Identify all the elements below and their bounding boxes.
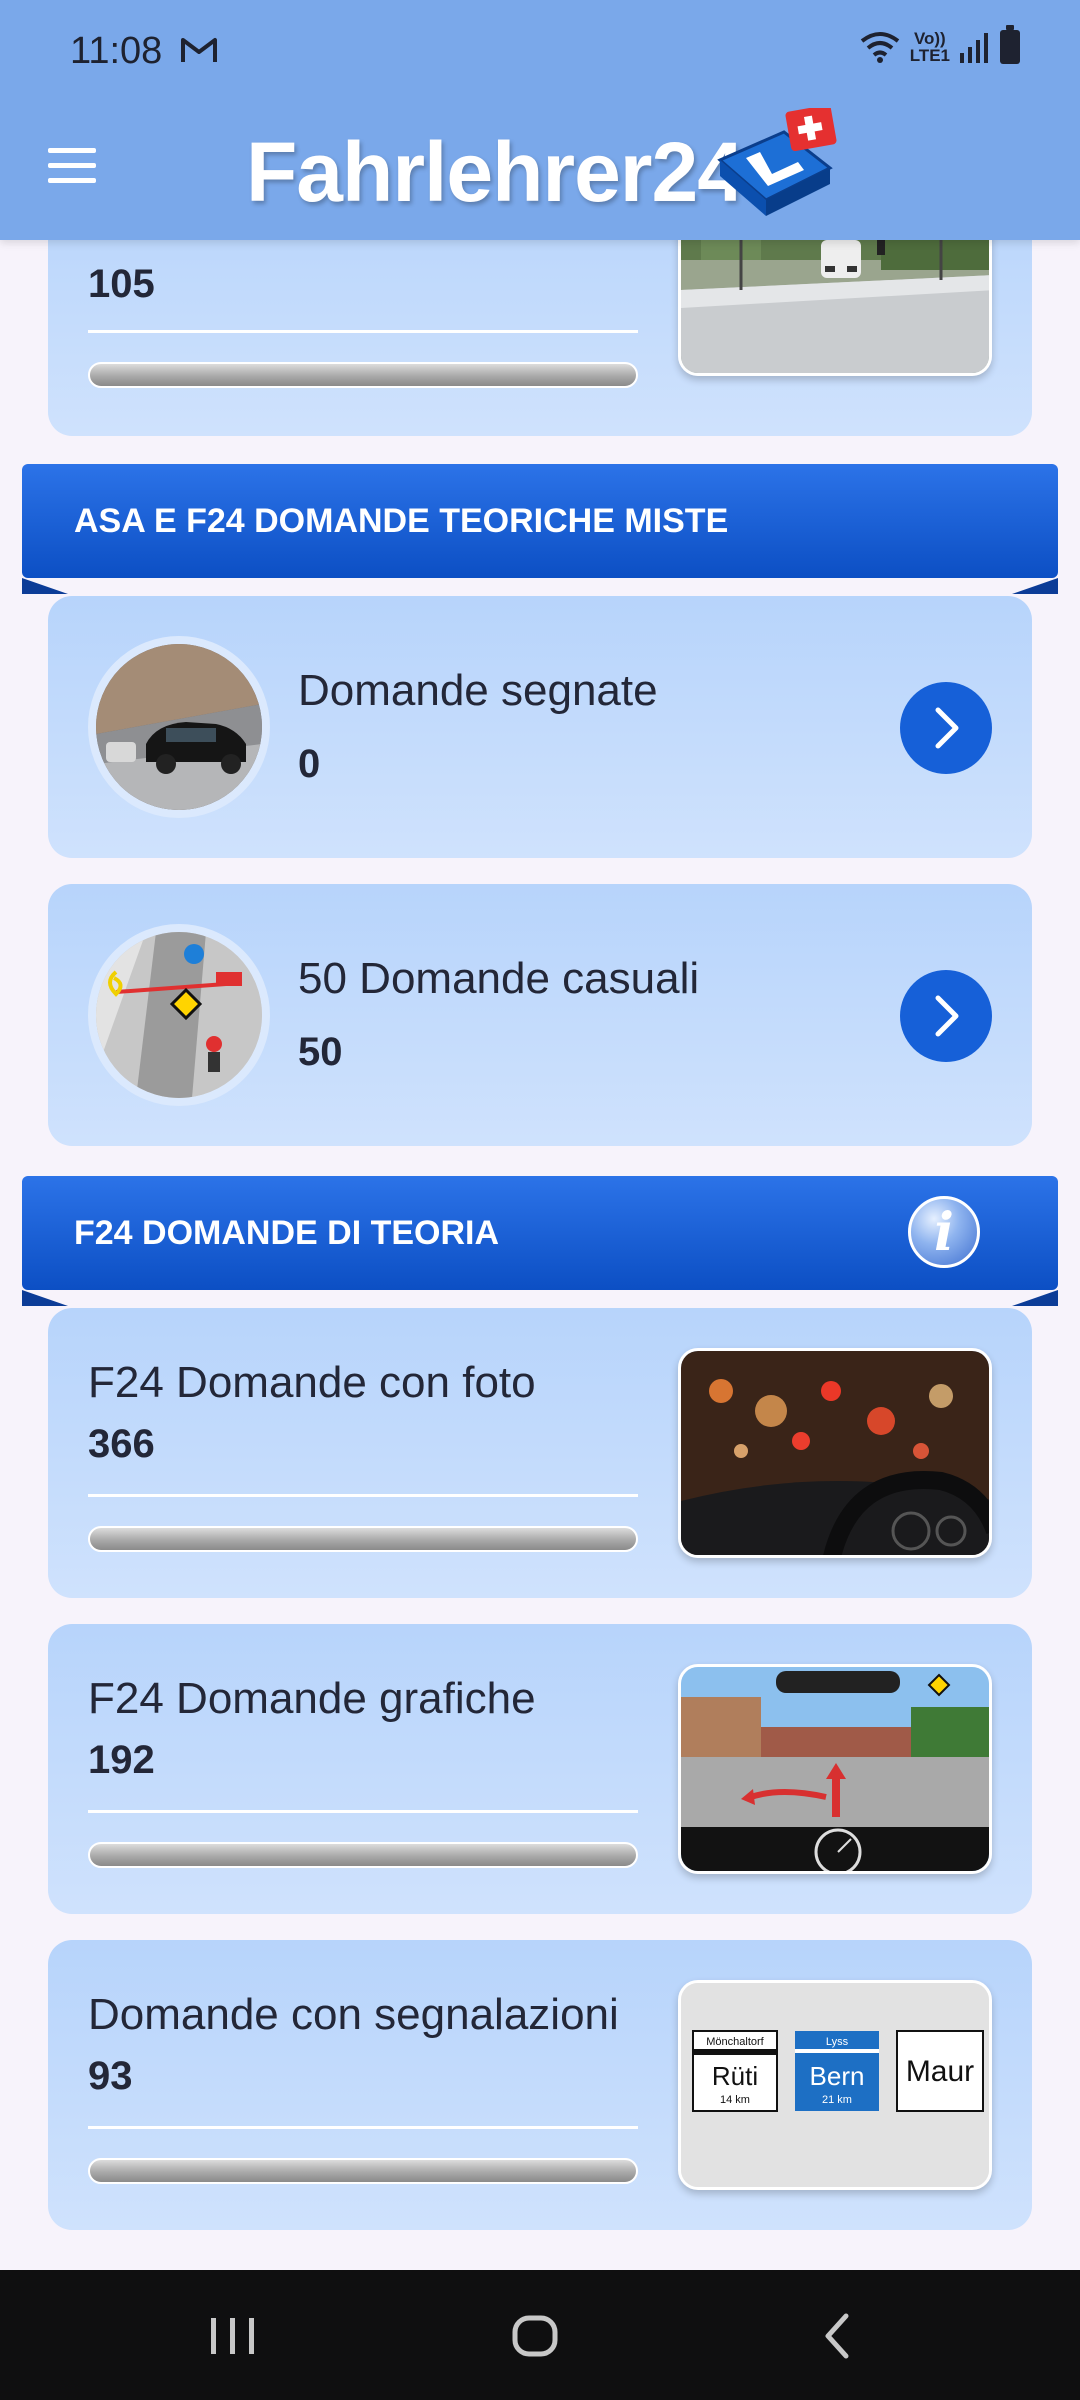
sign1-distance-text: 14 km [720, 2094, 750, 2106]
open-button[interactable] [900, 970, 992, 1062]
info-icon[interactable]: i [908, 1196, 980, 1268]
sign2-distance-text: 21 km [822, 2094, 852, 2106]
chevron-right-icon [935, 707, 959, 749]
direction-signs-thumbnail: Mönchaltorf Rüti 14 km Lyss Bern 21 km M… [678, 1980, 992, 2190]
car-photo-icon [88, 636, 270, 818]
traffic-diagram-icon [88, 924, 270, 1106]
wifi-icon [860, 32, 899, 63]
status-time: 11:08 [70, 30, 163, 72]
card-title: 50 Domande casuali [298, 954, 700, 1003]
card-count: 93 [88, 2054, 133, 2098]
lesson-card-top[interactable]: 105 [48, 240, 1032, 436]
app-title: Fahrlehrer24 [246, 125, 744, 219]
progress-bar [88, 2158, 638, 2184]
card-count: 0 [298, 742, 321, 786]
random-questions-card[interactable]: 50 Domande casuali 50 [48, 884, 1032, 1146]
section-banner-mixed: ASA E F24 DOMANDE TEORICHE MISTE [22, 464, 1058, 578]
gmail-icon [181, 38, 217, 62]
card-divider [88, 330, 638, 333]
card-title: F24 Domande con foto [88, 1358, 536, 1407]
card-divider [88, 2126, 638, 2129]
progress-bar [88, 1526, 638, 1552]
progress-bar [88, 362, 638, 388]
screen: 11:08 Vo)) LTE1 Fahrlehrer24 105 ASA E F… [0, 0, 1080, 2400]
app-bar: 11:08 Vo)) LTE1 Fahrlehrer24 [0, 0, 1080, 240]
signal-icon [960, 33, 988, 63]
card-title: Domande segnate [298, 666, 658, 715]
lte-label: LTE1 [909, 46, 950, 65]
traffic-night-photo-thumbnail [678, 1348, 992, 1558]
dashboard-graphic-thumbnail [678, 1664, 992, 1874]
sign3-main-text: Maur [906, 2055, 974, 2088]
marked-questions-card[interactable]: Domande segnate 0 [48, 596, 1032, 858]
street-photo-thumbnail [678, 240, 992, 376]
content-list[interactable]: 105 ASA E F24 DOMANDE TEORICHE MISTE Dom… [0, 240, 1080, 2270]
battery-icon [1000, 25, 1020, 64]
open-button[interactable] [900, 682, 992, 774]
volte-label: Vo)) [913, 29, 946, 48]
card-count: 105 [88, 262, 155, 306]
home-icon[interactable] [505, 2306, 565, 2366]
menu-icon[interactable] [48, 148, 98, 184]
card-divider [88, 1810, 638, 1813]
section-banner-theory: F24 DOMANDE DI TEORIA i [22, 1176, 1058, 1290]
back-icon[interactable] [808, 2306, 868, 2366]
card-title: Domande con segnalazioni [88, 1990, 619, 2039]
status-icons: Vo)) LTE1 [860, 25, 1020, 64]
system-nav-bar [0, 2270, 1080, 2400]
progress-bar [88, 1842, 638, 1868]
sign1-top-text: Mönchaltorf [706, 2036, 764, 2048]
chevron-right-icon [935, 995, 959, 1037]
card-count: 192 [88, 1738, 155, 1782]
photo-questions-card[interactable]: F24 Domande con foto 366 [48, 1308, 1032, 1598]
sign2-top-text: Lyss [826, 2036, 849, 2048]
section-title: F24 DOMANDE DI TEORIA [74, 1214, 500, 1252]
volte-indicator: Vo)) LTE1 [910, 30, 950, 64]
card-count: 50 [298, 1030, 343, 1074]
section-title: ASA E F24 DOMANDE TEORICHE MISTE [74, 502, 729, 540]
graphic-questions-card[interactable]: F24 Domande grafiche 192 [48, 1624, 1032, 1914]
card-divider [88, 1494, 638, 1497]
card-title: F24 Domande grafiche [88, 1674, 536, 1723]
sign1-main-text: Rüti [712, 2061, 758, 2091]
signal-questions-card[interactable]: Domande con segnalazioni 93 Mönchaltorf … [48, 1940, 1032, 2230]
recent-apps-icon[interactable] [203, 2306, 263, 2366]
card-count: 366 [88, 1422, 155, 1466]
app-logo [717, 108, 837, 216]
sign2-main-text: Bern [810, 2061, 865, 2091]
